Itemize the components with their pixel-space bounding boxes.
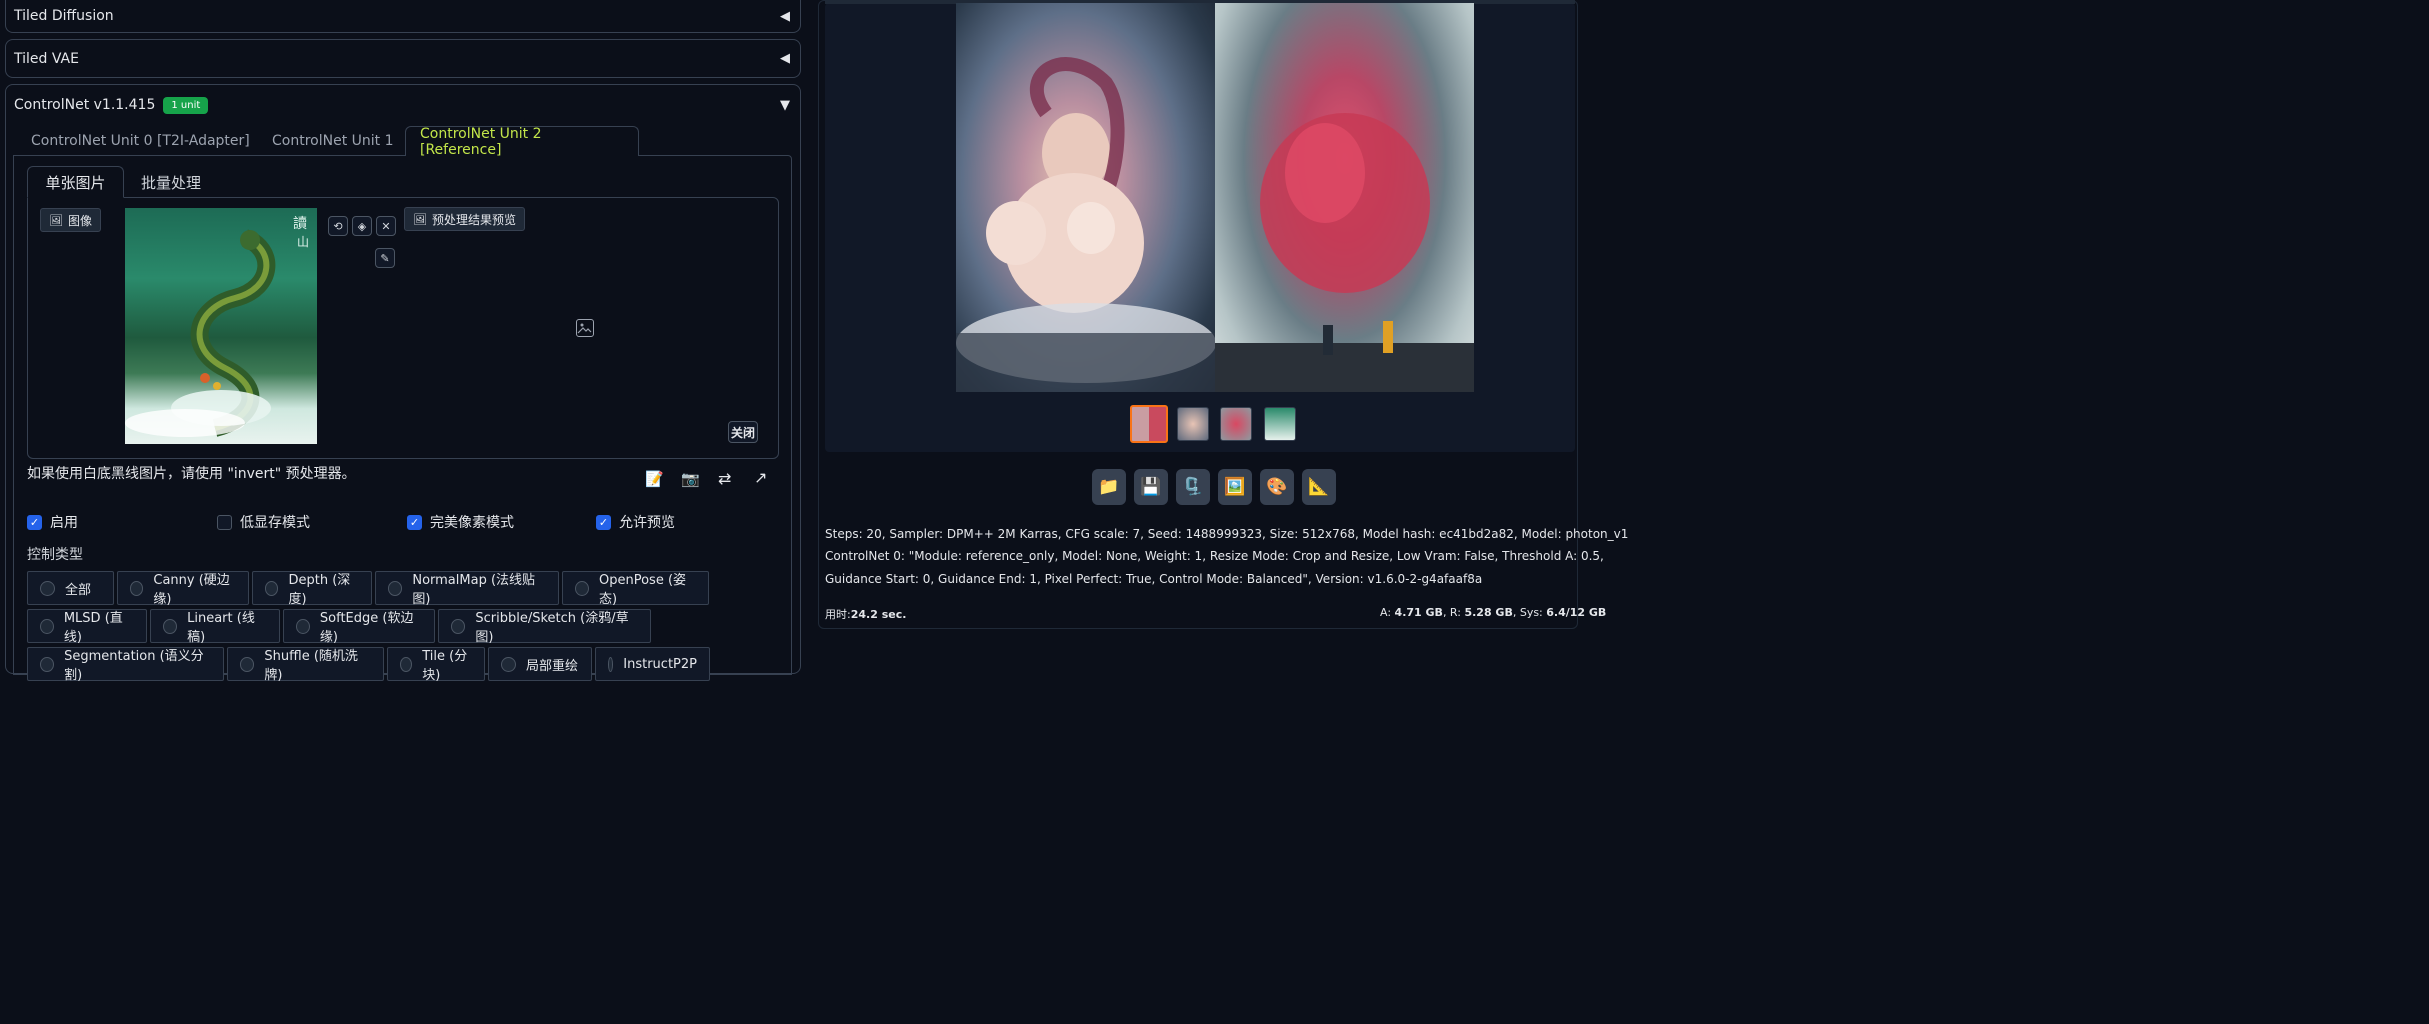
output-artwork-2 (1215, 113, 1474, 392)
controlnet-title: ControlNet v1.1.415 (14, 97, 156, 113)
control-type-scribble[interactable]: Scribble/Sketch (涂鸦/草图) (438, 609, 651, 645)
open-folder-button[interactable]: 📁 (1092, 469, 1126, 505)
close-preview-button[interactable]: 关闭 (728, 421, 758, 443)
control-type-row-2: MLSD (直线) Lineart (线稿) SoftEdge (软边缘) Sc… (27, 609, 651, 645)
control-type-depth[interactable]: Depth (深度) (252, 571, 372, 607)
control-type-label: 控制类型 (27, 547, 83, 563)
thumbnail-3[interactable] (1264, 407, 1296, 441)
control-type-normalmap[interactable]: NormalMap (法线贴图) (375, 571, 559, 607)
control-type-row-3: Segmentation (语义分割) Shuffle (随机洗牌) Tile … (27, 647, 710, 683)
control-type-row-1: 全部 Canny (硬边缘) Depth (深度) NormalMap (法线贴… (27, 571, 709, 607)
image-icon: 🖼 (413, 212, 427, 226)
thumbnail-1[interactable] (1177, 407, 1209, 441)
generation-info-line-3: Guidance Start: 0, Guidance End: 1, Pixe… (825, 572, 1483, 586)
send-to-img2img-button[interactable]: 🖼️ (1218, 469, 1252, 505)
zip-button[interactable]: 🗜️ (1176, 469, 1210, 505)
expand-arrow-icon[interactable]: ◀ (780, 9, 790, 24)
image-label: 🖼 图像 (40, 208, 101, 232)
time-taken: 用时:24.2 sec. (825, 608, 907, 621)
output-image-right[interactable] (1215, 3, 1474, 392)
control-type-openpose[interactable]: OpenPose (姿态) (562, 571, 709, 607)
eraser-icon[interactable]: ◈ (352, 216, 372, 236)
check-icon: ✓ (27, 514, 42, 530)
check-icon: ✓ (407, 514, 422, 530)
send-to-inpaint-button[interactable]: 🎨 (1260, 469, 1294, 505)
tab-controlnet-unit-1[interactable]: ControlNet Unit 1 (258, 126, 408, 156)
control-type-inpaint[interactable]: 局部重绘 (488, 647, 592, 681)
generation-info-line-2: ControlNet 0: "Module: reference_only, M… (825, 549, 1604, 563)
empty-preview-icon (576, 319, 594, 337)
control-type-canny[interactable]: Canny (硬边缘) (117, 571, 249, 607)
rotate-icon[interactable]: ⟲ (328, 216, 348, 236)
output-artwork-1 (956, 57, 1216, 392)
camera-icon[interactable]: 📷 (681, 470, 700, 488)
collapse-arrow-icon[interactable]: ▼ (780, 98, 790, 113)
send-dimensions-icon[interactable]: ↗ (754, 468, 767, 487)
notes-icon[interactable]: 📝 (645, 470, 664, 488)
invert-hint: 如果使用白底黑线图片，请使用 "invert" 预处理器。 (27, 466, 356, 482)
control-type-segmentation[interactable]: Segmentation (语义分割) (27, 647, 224, 683)
swap-icon[interactable]: ⇄ (718, 469, 731, 488)
tab-single-image[interactable]: 单张图片 (27, 166, 124, 198)
control-type-softedge[interactable]: SoftEdge (软边缘) (283, 609, 435, 645)
control-type-all[interactable]: 全部 (27, 571, 114, 605)
generation-info-line-1: Steps: 20, Sampler: DPM++ 2M Karras, CFG… (825, 527, 1629, 541)
send-to-extras-button[interactable]: 📐 (1302, 469, 1336, 505)
svg-text:山: 山 (297, 235, 309, 249)
memory-usage: A: 4.71 GB, R: 5.28 GB, Sys: 6.4/12 GB (1380, 606, 1607, 619)
control-type-lineart[interactable]: Lineart (线稿) (150, 609, 280, 645)
brush-icon[interactable]: ✎ (375, 248, 395, 268)
enable-checkbox[interactable]: ✓ 启用 (27, 512, 78, 532)
tiled-diffusion-accordion[interactable]: Tiled Diffusion ◀ (5, 0, 801, 33)
checkbox-box (217, 514, 232, 530)
output-image-left[interactable] (956, 3, 1216, 392)
control-type-mlsd[interactable]: MLSD (直线) (27, 609, 147, 645)
pixel-perfect-checkbox[interactable]: ✓ 完美像素模式 (407, 512, 514, 532)
tiled-diffusion-title: Tiled Diffusion (14, 8, 114, 24)
preprocessor-preview-label: 🖼 预处理结果预览 (404, 207, 525, 231)
tab-controlnet-unit-2[interactable]: ControlNet Unit 2 [Reference] (405, 126, 639, 158)
allow-preview-checkbox[interactable]: ✓ 允许预览 (596, 512, 675, 532)
thumbnail-2[interactable] (1220, 407, 1252, 441)
tab-batch[interactable]: 批量处理 (141, 166, 201, 198)
tiled-vae-accordion[interactable]: Tiled VAE ◀ (5, 39, 801, 78)
save-button[interactable]: 💾 (1134, 469, 1168, 505)
tab-controlnet-unit-0[interactable]: ControlNet Unit 0 [T2I-Adapter] (17, 126, 264, 156)
dragon-artwork: 讀 山 (125, 216, 309, 437)
input-image[interactable]: 讀 山 (125, 208, 317, 444)
thumbnail-grid[interactable] (1130, 405, 1168, 443)
unit-count-badge: 1 unit (163, 96, 209, 114)
check-icon: ✓ (596, 514, 611, 530)
low-vram-checkbox[interactable]: 低显存模式 (217, 512, 310, 532)
expand-arrow-icon[interactable]: ◀ (780, 51, 790, 66)
control-type-ip2p[interactable]: InstructP2P (595, 647, 710, 681)
svg-text:讀: 讀 (293, 216, 307, 232)
control-type-shuffle[interactable]: Shuffle (随机洗牌) (227, 647, 384, 683)
control-type-tile[interactable]: Tile (分块) (387, 647, 485, 683)
image-icon: 🖼 (49, 213, 63, 227)
tiled-vae-title: Tiled VAE (14, 50, 79, 67)
close-icon[interactable]: ✕ (376, 216, 396, 236)
